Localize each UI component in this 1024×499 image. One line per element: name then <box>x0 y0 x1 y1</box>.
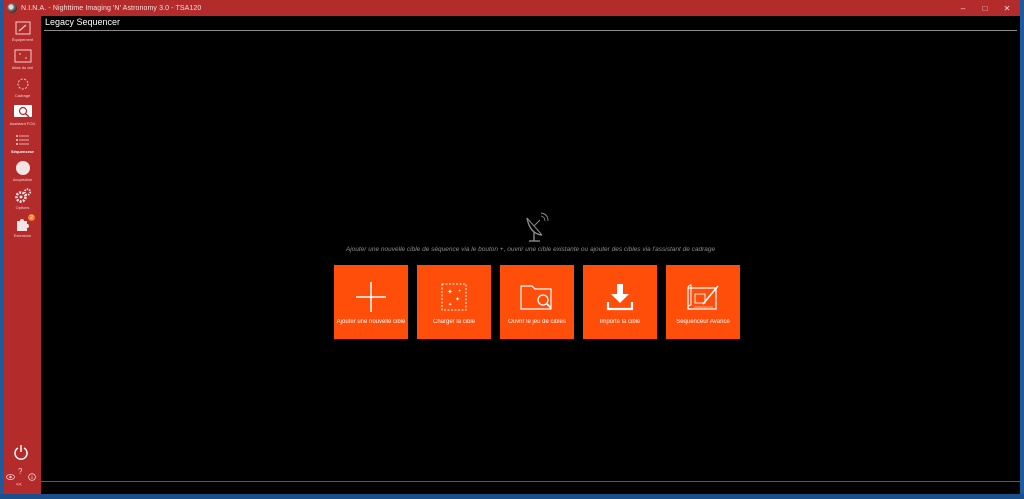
add-target-button[interactable]: Ajouter une nouvelle cible <box>334 265 408 339</box>
sidebar-item-label: Assistant FOU <box>9 121 36 126</box>
tile-label: Séquenceur Avancé <box>676 319 730 325</box>
open-target-set-button[interactable]: Ouvrir le jeu de cibles <box>500 265 574 339</box>
tile-label: Importe la cible <box>599 319 641 325</box>
import-target-button[interactable]: Importe la cible <box>583 265 657 339</box>
focus-icon <box>13 104 33 120</box>
app-window: N.I.N.A. - Nighttime Imaging 'N' Astrono… <box>4 0 1020 494</box>
svg-text:✦: ✦ <box>447 288 453 296</box>
framing-icon <box>13 76 33 92</box>
collapse-sidebar-button[interactable]: << <box>16 482 22 488</box>
tile-label: Charger la cible <box>432 319 476 325</box>
window-title: N.I.N.A. - Nighttime Imaging 'N' Astrono… <box>21 4 202 12</box>
extension-badge: 2 <box>28 214 35 221</box>
sidebar-item-equipment[interactable]: Équipement <box>4 20 41 42</box>
sidebar-item-label: Options <box>15 205 30 210</box>
sidebar-item-label: Séquenceur <box>11 149 34 154</box>
blueprint-icon <box>685 279 721 315</box>
camera-icon <box>13 20 33 36</box>
maximize-button[interactable]: □ <box>974 0 996 16</box>
nina-logo-icon <box>7 3 17 13</box>
page-header: Legacy Sequencer <box>41 16 1020 31</box>
satellite-dish-icon <box>524 212 550 249</box>
tile-label: Ajouter une nouvelle cible <box>336 319 406 325</box>
empty-state-hint: Ajouter une nouvelle cible de séquence v… <box>345 246 716 253</box>
svg-text:✦: ✦ <box>458 288 462 293</box>
svg-text:✦: ✦ <box>448 302 452 308</box>
info-icon[interactable] <box>28 468 36 486</box>
plus-icon <box>354 279 388 315</box>
help-icon[interactable]: ? <box>18 467 22 476</box>
sidebar-item-label: Extension <box>13 233 32 238</box>
close-button[interactable]: ✕ <box>996 0 1018 16</box>
sidebar-item-sequencer[interactable]: Séquenceur <box>4 132 41 154</box>
title-bar: N.I.N.A. - Nighttime Imaging 'N' Astrono… <box>4 0 1020 16</box>
page-title: Legacy Sequencer <box>45 17 121 27</box>
sidebar-item-sky-atlas[interactable]: Atlas du ciel <box>4 48 41 70</box>
sidebar-item-framing[interactable]: Cadrage <box>4 76 41 98</box>
advanced-sequencer-button[interactable]: Séquenceur Avancé <box>666 265 740 339</box>
power-icon[interactable] <box>13 444 29 465</box>
sidebar-item-focus-assistant[interactable]: Assistant FOU <box>4 104 41 126</box>
sky-atlas-icon <box>13 48 33 64</box>
status-bar <box>41 478 1020 494</box>
imaging-icon <box>13 160 33 176</box>
status-divider <box>41 481 1020 482</box>
sidebar-item-label: Cadrage <box>14 93 31 98</box>
sidebar-item-extension[interactable]: 2 Extension <box>4 214 41 238</box>
sequencer-icon <box>13 132 33 148</box>
sidebar-item-imaging[interactable]: Acquisition <box>4 160 41 182</box>
sidebar-item-label: Acquisition <box>12 177 33 182</box>
gear-icon <box>13 188 33 204</box>
sidebar-item-options[interactable]: Options <box>4 188 41 210</box>
os-taskbar <box>0 494 1024 499</box>
sidebar: Équipement Atlas du ciel Cadrage Assista… <box>4 16 41 494</box>
header-divider <box>44 30 1017 31</box>
tile-label: Ouvrir le jeu de cibles <box>508 319 566 325</box>
sidebar-item-label: Atlas du ciel <box>11 65 34 70</box>
sidebar-item-label: Équipement <box>11 37 34 42</box>
svg-text:✦: ✦ <box>455 296 460 303</box>
download-icon <box>605 279 635 315</box>
star-map-icon: ✦ ✦ ✦ ✦ <box>438 279 470 315</box>
folder-search-icon <box>519 279 555 315</box>
load-target-button[interactable]: ✦ ✦ ✦ ✦ Charger la cible <box>417 265 491 339</box>
eye-icon[interactable] <box>6 468 15 486</box>
window-controls: – □ ✕ <box>952 0 1018 16</box>
minimize-button[interactable]: – <box>952 0 974 16</box>
